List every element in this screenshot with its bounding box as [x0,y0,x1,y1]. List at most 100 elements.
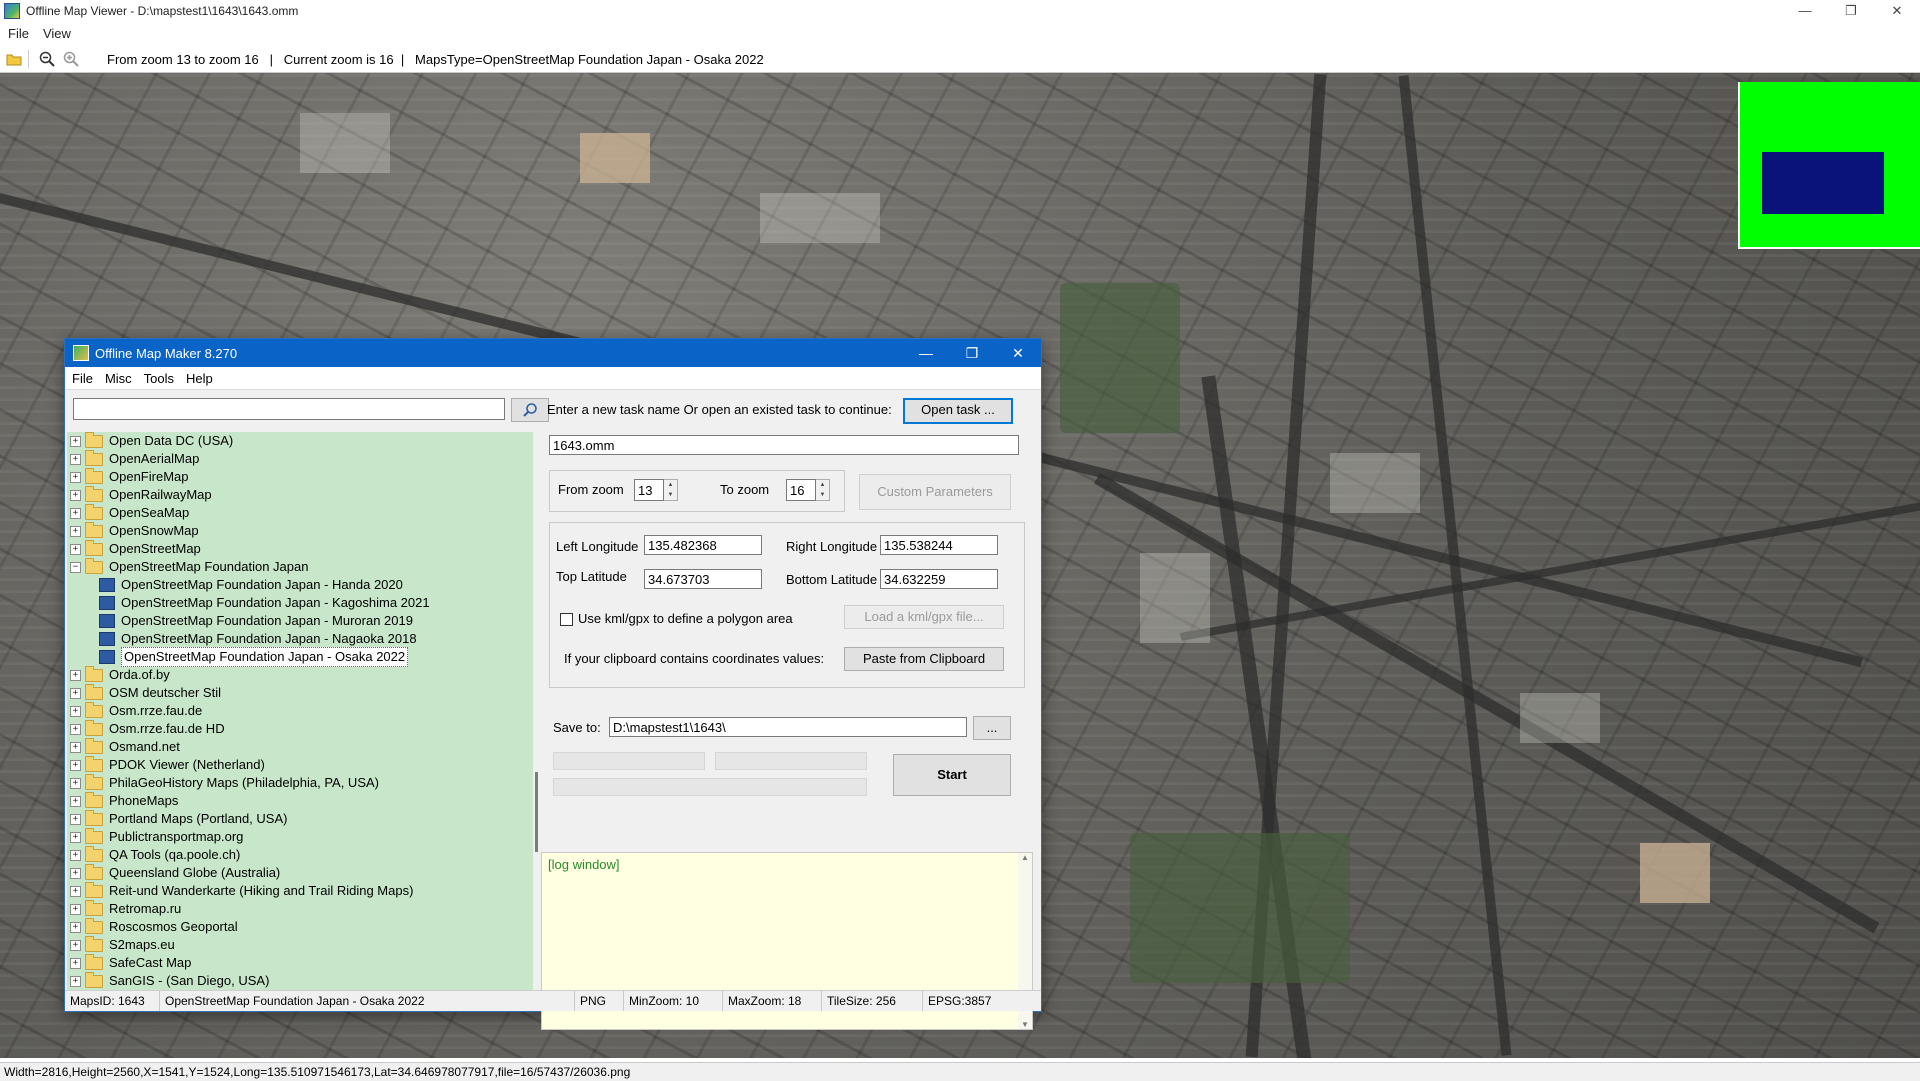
expand-icon[interactable]: + [70,706,81,717]
expand-icon[interactable]: + [70,904,81,915]
expand-icon[interactable]: + [70,886,81,897]
menu-file[interactable]: File [8,26,29,41]
minimap-viewport[interactable] [1762,152,1884,214]
tree-folder-item[interactable]: +OpenRailwayMap [67,486,533,504]
expand-icon[interactable]: + [70,868,81,879]
zoom-out-button[interactable] [37,49,57,69]
tree-folder-item[interactable]: +Portland Maps (Portland, USA) [67,810,533,828]
expand-icon[interactable]: + [70,670,81,681]
dialog-menu-help[interactable]: Help [186,371,213,386]
custom-parameters-button[interactable]: Custom Parameters [859,474,1011,510]
expand-icon[interactable]: + [70,940,81,951]
scroll-up-icon[interactable]: ▲ [1018,853,1032,862]
zoom-in-button[interactable] [61,49,81,69]
expand-icon[interactable]: + [70,976,81,987]
task-name-field[interactable]: 1643.omm [549,435,1019,455]
dialog-maximize-button[interactable]: ❐ [949,339,995,367]
map-source-tree[interactable]: +Open Data DC (USA)+OpenAerialMap+OpenFi… [67,432,533,992]
tree-folder-item[interactable]: +PhilaGeoHistory Maps (Philadelphia, PA,… [67,774,533,792]
tree-folder-item[interactable]: +OSM deutscher Stil [67,684,533,702]
left-longitude-field[interactable]: 135.482368 [644,535,762,555]
expand-icon[interactable]: + [70,814,81,825]
tree-scrollbar[interactable] [535,432,539,990]
from-zoom-arrows[interactable]: ▲▼ [664,479,678,501]
spin-down-icon[interactable]: ▼ [816,490,829,500]
tree-folder-item[interactable]: +OpenStreetMap [67,540,533,558]
close-button[interactable]: ✕ [1874,0,1920,22]
tree-folder-item[interactable]: +Osmand.net [67,738,533,756]
scroll-down-icon[interactable]: ▼ [1018,1020,1032,1029]
paste-clipboard-button[interactable]: Paste from Clipboard [844,647,1004,671]
top-latitude-field[interactable]: 34.673703 [644,569,762,589]
dialog-menu-tools[interactable]: Tools [144,371,174,386]
tree-map-item[interactable]: OpenStreetMap Foundation Japan - Handa 2… [67,576,533,594]
bottom-latitude-field[interactable]: 34.632259 [880,569,998,589]
tree-folder-item[interactable]: −OpenStreetMap Foundation Japan [67,558,533,576]
load-kml-button[interactable]: Load a kml/gpx file... [844,605,1004,629]
collapse-icon[interactable]: − [70,562,81,573]
tree-folder-item[interactable]: +SafeCast Map [67,954,533,972]
from-zoom-value[interactable]: 13 [634,479,664,501]
map-search-input[interactable] [73,398,505,420]
tree-folder-item[interactable]: +S2maps.eu [67,936,533,954]
expand-icon[interactable]: + [70,436,81,447]
tree-folder-item[interactable]: +Osm.rrze.fau.de HD [67,720,533,738]
tree-folder-item[interactable]: +Roscosmos Geoportal [67,918,533,936]
tree-folder-item[interactable]: +OpenSnowMap [67,522,533,540]
expand-icon[interactable]: + [70,508,81,519]
dialog-minimize-button[interactable]: — [903,339,949,367]
tree-map-item[interactable]: OpenStreetMap Foundation Japan - Osaka 2… [67,648,533,666]
tree-folder-item[interactable]: +Open Data DC (USA) [67,432,533,450]
tree-folder-item[interactable]: +OpenAerialMap [67,450,533,468]
open-task-button[interactable]: Open task ... [903,398,1013,424]
to-zoom-value[interactable]: 16 [786,479,816,501]
tree-folder-item[interactable]: +Publictransportmap.org [67,828,533,846]
tree-folder-item[interactable]: +Orda.of.by [67,666,533,684]
start-button[interactable]: Start [893,754,1011,796]
expand-icon[interactable]: + [70,526,81,537]
tree-folder-item[interactable]: +SanGIS - (San Diego, USA) [67,972,533,990]
expand-icon[interactable]: + [70,778,81,789]
tree-folder-item[interactable]: +PhoneMaps [67,792,533,810]
dialog-titlebar[interactable]: Offline Map Maker 8.270 — ❐ ✕ [65,339,1041,367]
expand-icon[interactable]: + [70,490,81,501]
use-kml-checkbox[interactable] [560,613,573,626]
tree-folder-item[interactable]: +QA Tools (qa.poole.ch) [67,846,533,864]
maximize-button[interactable]: ❐ [1828,0,1874,22]
tree-scrollbar-thumb[interactable] [535,772,538,852]
dialog-close-button[interactable]: ✕ [995,339,1041,367]
tree-folder-item[interactable]: +Reit-und Wanderkarte (Hiking and Trail … [67,882,533,900]
to-zoom-arrows[interactable]: ▲▼ [816,479,830,501]
open-folder-button[interactable] [4,49,24,69]
minimize-button[interactable]: — [1782,0,1828,22]
browse-button[interactable]: ... [973,716,1011,740]
expand-icon[interactable]: + [70,724,81,735]
tree-folder-item[interactable]: +Osm.rrze.fau.de [67,702,533,720]
expand-icon[interactable]: + [70,472,81,483]
tree-map-item[interactable]: OpenStreetMap Foundation Japan - Muroran… [67,612,533,630]
spin-down-icon[interactable]: ▼ [664,490,677,500]
expand-icon[interactable]: + [70,922,81,933]
right-longitude-field[interactable]: 135.538244 [880,535,998,555]
expand-icon[interactable]: + [70,688,81,699]
spin-up-icon[interactable]: ▲ [816,480,829,490]
tree-folder-item[interactable]: +OpenSeaMap [67,504,533,522]
expand-icon[interactable]: + [70,760,81,771]
tree-folder-item[interactable]: +Queensland Globe (Australia) [67,864,533,882]
expand-icon[interactable]: + [70,796,81,807]
expand-icon[interactable]: + [70,850,81,861]
from-zoom-spinner[interactable]: 13 ▲▼ [634,479,678,501]
tree-folder-item[interactable]: +PDOK Viewer (Netherland) [67,756,533,774]
dialog-menu-misc[interactable]: Misc [105,371,132,386]
to-zoom-spinner[interactable]: 16 ▲▼ [786,479,830,501]
expand-icon[interactable]: + [70,742,81,753]
tree-map-item[interactable]: OpenStreetMap Foundation Japan - Kagoshi… [67,594,533,612]
dialog-menu-file[interactable]: File [72,371,93,386]
menu-view[interactable]: View [43,26,71,41]
tree-folder-item[interactable]: +Retromap.ru [67,900,533,918]
tree-folder-item[interactable]: +OpenFireMap [67,468,533,486]
expand-icon[interactable]: + [70,832,81,843]
save-path-field[interactable]: D:\mapstest1\1643\ [609,717,967,737]
expand-icon[interactable]: + [70,958,81,969]
tree-map-item[interactable]: OpenStreetMap Foundation Japan - Nagaoka… [67,630,533,648]
